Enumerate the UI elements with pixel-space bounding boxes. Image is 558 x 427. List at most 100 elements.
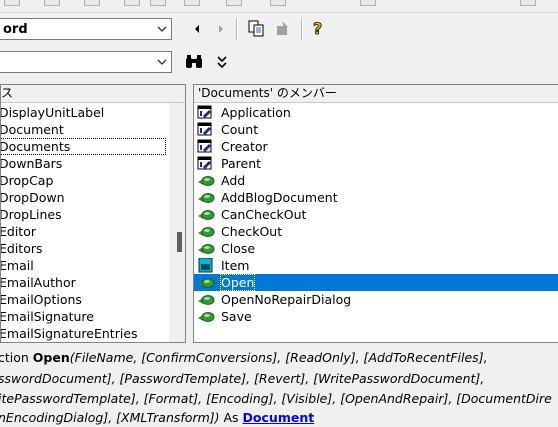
method-icon: [197, 241, 215, 256]
member-label: Open: [219, 274, 256, 291]
member-label: Count: [221, 122, 259, 137]
method-icon: [197, 309, 215, 324]
class-list-item[interactable]: DropLines: [1, 206, 185, 223]
member-list-item[interactable]: Item: [194, 257, 558, 274]
classes-scrollbar-thumb[interactable]: [177, 232, 182, 252]
toolbar-icon[interactable]: [150, 0, 166, 6]
chevron-down-icon[interactable]: [156, 23, 168, 35]
class-list-item[interactable]: DropDown: [1, 189, 185, 206]
member-list-item[interactable]: Add: [194, 172, 558, 189]
member-name: Open: [32, 350, 70, 365]
signature-line-2: sswordDocument], [PasswordTemplate], [Re…: [0, 371, 484, 386]
classes-scrollbar[interactable]: [169, 103, 185, 342]
toolbar-icon[interactable]: [520, 0, 536, 6]
member-label: CanCheckOut: [221, 207, 307, 222]
method-icon: [197, 292, 215, 307]
forward-arrow-icon: [219, 25, 223, 33]
default-member-icon: [197, 257, 215, 273]
toolbar-icon[interactable]: [124, 0, 140, 6]
copy-button[interactable]: [246, 18, 266, 38]
member-list-item[interactable]: Open: [194, 274, 558, 291]
class-list-item[interactable]: DownBars: [1, 155, 185, 172]
signature-line-4: nEncodingDialog], [XMLTransform]) As Doc…: [0, 410, 314, 425]
view-definition-button[interactable]: [273, 18, 293, 38]
signature-prefix: ction: [0, 350, 33, 365]
back-arrow-icon: [195, 25, 199, 33]
members-pane[interactable]: 'Documents' のメンバー Application Count Creato…: [193, 84, 558, 343]
back-button[interactable]: [187, 19, 207, 39]
return-as-label: As: [219, 410, 243, 425]
copy-icon: [248, 20, 264, 37]
member-label: Save: [221, 309, 252, 324]
method-icon: [197, 190, 215, 205]
member-label: Creator: [221, 139, 268, 154]
method-icon: [197, 207, 215, 222]
signature-line-1: ction Open(FileName, [ConfirmConversions…: [0, 350, 488, 365]
member-list-item[interactable]: AddBlogDocument: [194, 189, 558, 206]
property-icon: [197, 105, 215, 120]
member-list-item[interactable]: CanCheckOut: [194, 206, 558, 223]
help-button[interactable]: ?: [308, 18, 328, 38]
property-icon: [197, 156, 215, 171]
member-label: AddBlogDocument: [221, 190, 338, 205]
help-icon: ?: [313, 19, 323, 37]
signature-params-2: sswordDocument], [PasswordTemplate], [Re…: [0, 371, 485, 386]
member-list-item[interactable]: Save: [194, 308, 558, 325]
class-list-item[interactable]: DisplayUnitLabel: [1, 104, 185, 121]
return-type-link[interactable]: Document: [243, 410, 315, 425]
member-list-item[interactable]: Close: [194, 240, 558, 257]
library-combo[interactable]: ord: [0, 18, 172, 40]
toolbar-icon[interactable]: [360, 0, 376, 6]
member-label: Parent: [221, 156, 262, 171]
member-label: OpenNoRepairDialog: [221, 292, 352, 307]
member-label: Application: [221, 105, 291, 120]
class-list-item[interactable]: Documents: [1, 138, 166, 155]
view-definition-icon: [277, 21, 288, 35]
member-list-item[interactable]: Parent: [194, 155, 558, 172]
toolbar-icon[interactable]: [4, 0, 20, 6]
member-list-item[interactable]: Application: [194, 104, 558, 121]
class-list-item[interactable]: Document: [1, 121, 185, 138]
member-list-item[interactable]: CheckOut: [194, 223, 558, 240]
members-list: Application Count Creator Parent Add AddBlogD…: [194, 104, 558, 325]
members-pane-header: 'Documents' のメンバー: [194, 85, 558, 103]
classes-list: DisplayUnitLabel Document Documents DownBar…: [1, 104, 185, 342]
forward-button[interactable]: [211, 19, 231, 39]
toolbar-icon[interactable]: [270, 0, 286, 6]
property-icon: [197, 139, 215, 154]
class-list-item[interactable]: EmailSignatureEntries: [1, 325, 185, 342]
search-combo[interactable]: [0, 51, 172, 73]
toolbar-icon[interactable]: [84, 0, 100, 6]
binoculars-icon: [186, 55, 202, 68]
class-list-item[interactable]: EmailAuthor: [1, 274, 185, 291]
toolbar-separator: [301, 18, 303, 40]
signature-params-4: nEncodingDialog], [XMLTransform]): [0, 410, 220, 425]
object-browser-toolbar: ord ?: [0, 13, 558, 78]
chevron-down-icon[interactable]: [156, 56, 168, 68]
class-list-item[interactable]: DropCap: [1, 172, 185, 189]
toolbar-icon[interactable]: [44, 0, 60, 6]
member-label: Add: [221, 173, 246, 188]
class-list-item[interactable]: Email: [1, 257, 185, 274]
class-list-item[interactable]: EmailOptions: [1, 291, 185, 308]
signature-params-1: (FileName, [ConfirmConversions], [ReadOn…: [69, 350, 488, 365]
signature-params-3: itePasswordTemplate], [Format], [Encodin…: [0, 391, 552, 406]
member-list-item[interactable]: Creator: [194, 138, 558, 155]
class-list-item[interactable]: Editors: [1, 240, 185, 257]
show-search-results-button[interactable]: [212, 52, 232, 72]
class-list-item[interactable]: Editor: [1, 223, 185, 240]
toolbar-icon[interactable]: [184, 0, 200, 6]
top-toolbar-strip: [0, 0, 558, 13]
details-pane: ction Open(FileName, [ConfirmConversions…: [0, 345, 558, 427]
classes-pane[interactable]: ス DisplayUnitLabel Document Documents DownB…: [0, 84, 186, 343]
svg-text:?: ?: [313, 19, 322, 37]
member-list-item[interactable]: OpenNoRepairDialog: [194, 291, 558, 308]
method-icon: [197, 173, 215, 188]
member-list-item[interactable]: Count: [194, 121, 558, 138]
member-label: Item: [221, 258, 250, 273]
method-icon: [197, 224, 215, 239]
class-list-item[interactable]: EmailSignature: [1, 308, 185, 325]
property-icon: [197, 122, 215, 137]
toolbar-icon[interactable]: [226, 0, 242, 6]
search-button[interactable]: [184, 52, 204, 72]
